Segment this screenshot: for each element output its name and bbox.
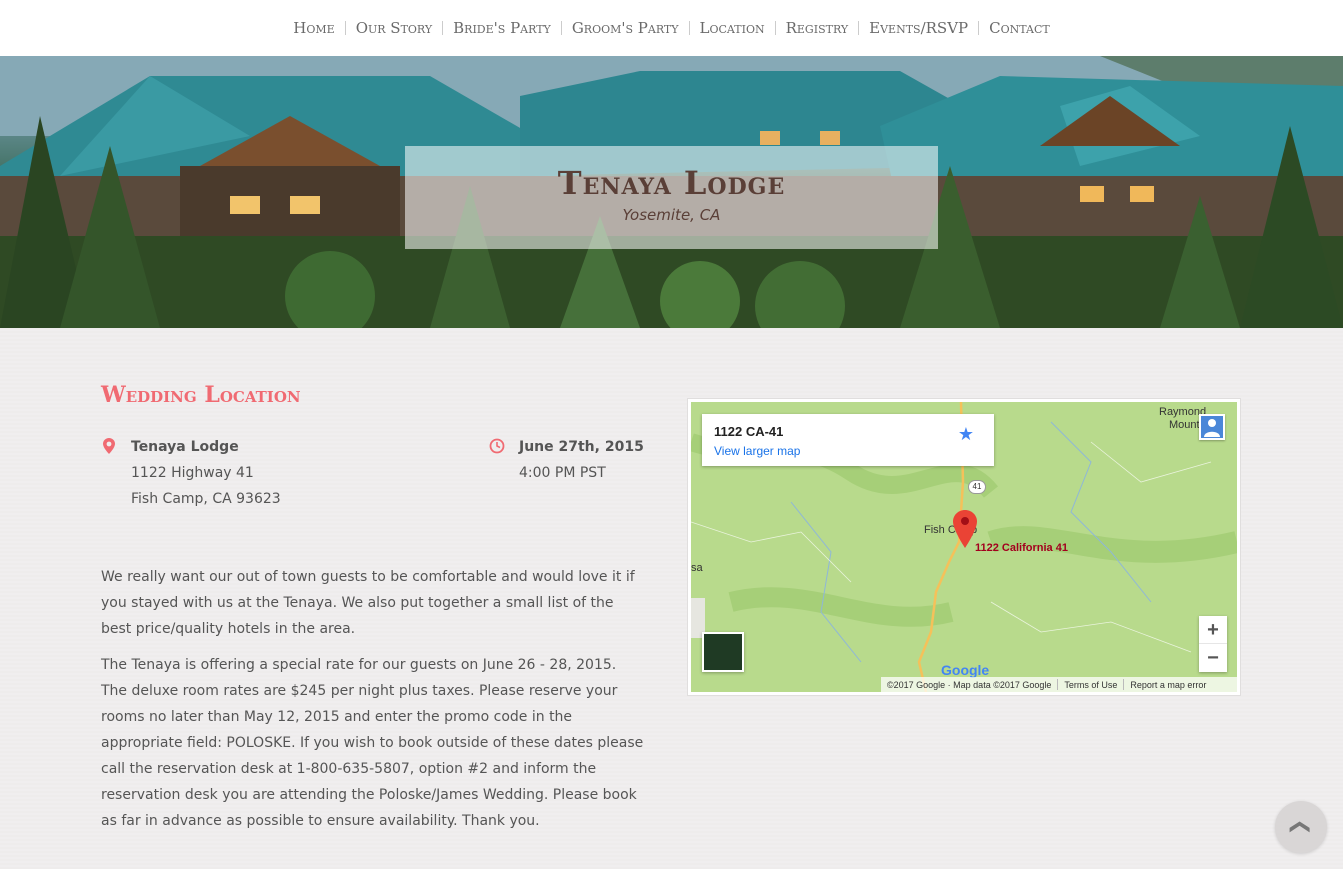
zoom-controls: + − xyxy=(1199,616,1227,672)
main-nav: Home Our Story Bride's Party Groom's Par… xyxy=(0,0,1343,56)
map-footer: ©2017 Google · Map data ©2017 Google Ter… xyxy=(881,677,1237,692)
address-line-2: Fish Camp, CA 93623 xyxy=(131,491,281,507)
satellite-toggle-button[interactable] xyxy=(702,632,744,672)
highway-41-shield: 41 xyxy=(968,480,986,494)
venue-name: Tenaya Lodge xyxy=(131,439,239,455)
hero-title-panel: Tenaya Lodge Yosemite, CA xyxy=(405,146,938,249)
event-date: June 27th, 2015 xyxy=(519,439,644,455)
person-icon xyxy=(1204,419,1220,437)
terms-of-use-link[interactable]: Terms of Use xyxy=(1058,680,1123,690)
scroll-to-top-button[interactable]: ❮ xyxy=(1275,801,1327,853)
location-section: Wedding Location Tenaya Lodge 1122 Highw… xyxy=(0,328,1343,869)
location-pin-icon[interactable] xyxy=(953,510,977,550)
google-map[interactable]: Raymond Mounta Fish Camp sa 41 1122 Cali… xyxy=(691,402,1237,692)
event-datetime: June 27th, 2015 4:00 PM PST xyxy=(519,434,644,486)
nav-brides-party[interactable]: Bride's Party xyxy=(443,19,561,37)
nav-registry[interactable]: Registry xyxy=(776,19,859,37)
nav-events-rsvp[interactable]: Events/RSVP xyxy=(859,19,978,37)
street-view-icon[interactable] xyxy=(1199,414,1225,440)
zoom-in-button[interactable]: + xyxy=(1199,616,1227,644)
venue-address: Tenaya Lodge 1122 Highway 41 Fish Camp, … xyxy=(131,434,281,512)
event-time: 4:00 PM PST xyxy=(519,465,606,481)
hero-title: Tenaya Lodge xyxy=(557,164,786,202)
pin-address-label: 1122 California 41 xyxy=(975,542,1068,554)
map-copyright: ©2017 Google · Map data ©2017 Google xyxy=(887,679,1052,690)
star-icon[interactable]: ★ xyxy=(958,424,974,445)
map-label-sa: sa xyxy=(691,562,703,574)
report-map-error-link[interactable]: Report a map error xyxy=(1124,680,1212,690)
nav-our-story[interactable]: Our Story xyxy=(346,19,442,37)
intro-paragraph: We really want our out of town guests to… xyxy=(101,569,635,637)
nav-contact[interactable]: Contact xyxy=(979,19,1060,37)
hero-subtitle: Yosemite, CA xyxy=(622,206,721,224)
rates-paragraph: The Tenaya is offering a special rate fo… xyxy=(101,657,644,829)
chevron-up-icon: ❮ xyxy=(1288,818,1313,836)
map-card-title: 1122 CA-41 xyxy=(714,424,784,439)
google-logo: Google xyxy=(941,662,990,678)
view-larger-map-link[interactable]: View larger map xyxy=(714,444,800,458)
map-pin-icon xyxy=(103,438,115,454)
map-embed: Raymond Mounta Fish Camp sa 41 1122 Cali… xyxy=(687,398,1241,696)
zoom-out-button[interactable]: − xyxy=(1199,644,1227,672)
address-line-1: 1122 Highway 41 xyxy=(131,465,254,481)
nav-home[interactable]: Home xyxy=(283,19,344,37)
hero-banner: Tenaya Lodge Yosemite, CA xyxy=(0,56,1343,328)
clock-icon xyxy=(489,438,505,454)
nav-grooms-party[interactable]: Groom's Party xyxy=(562,19,689,37)
map-info-card: 1122 CA-41 View larger map ★ xyxy=(702,414,994,466)
section-title: Wedding Location xyxy=(101,382,301,408)
nav-location[interactable]: Location xyxy=(690,19,775,37)
